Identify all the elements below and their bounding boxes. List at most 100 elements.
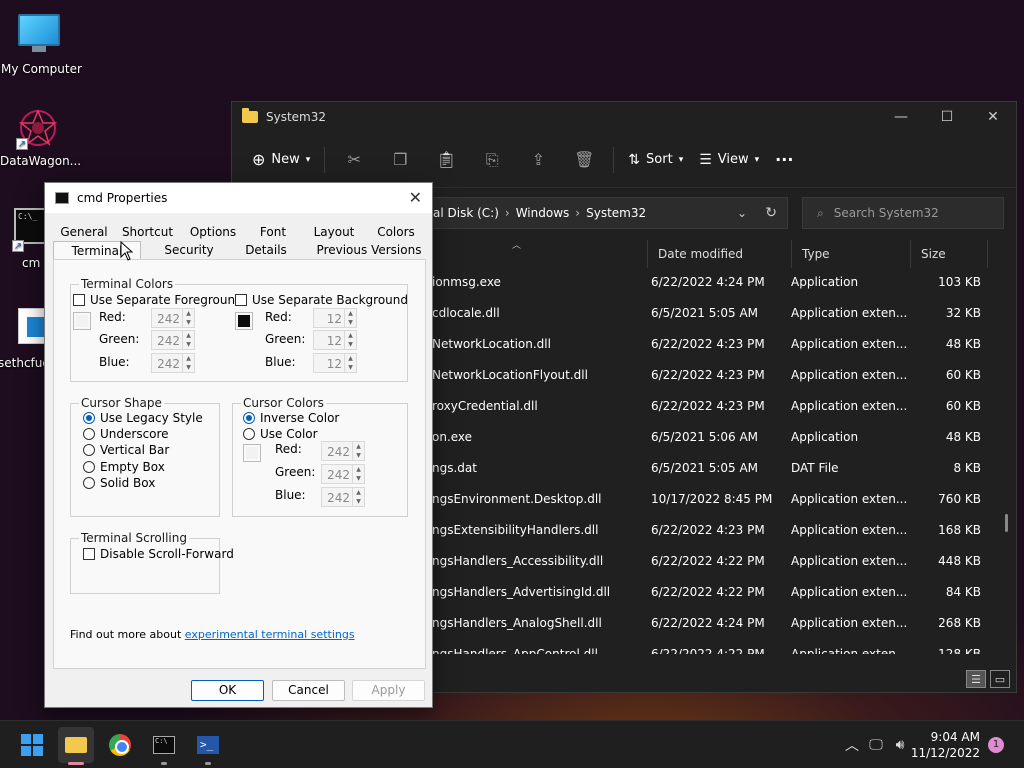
maximize-icon[interactable]: ☐ — [924, 102, 970, 132]
taskbar-chrome[interactable] — [102, 727, 138, 763]
use-separate-background-checkbox[interactable]: Use Separate Background — [235, 293, 408, 307]
share-icon[interactable]: ⇪ — [515, 150, 561, 169]
shortcut-arrow-icon: ↗ — [16, 138, 28, 150]
table-row[interactable]: ngsHandlers_AppControl.dll 6/22/2022 4:22… — [422, 638, 992, 655]
fg-blue-spinner[interactable]: 242 ▲ ▼ — [151, 353, 195, 373]
table-row[interactable]: ngs.dat 6/5/2021 5:05 AM DAT File 8 KB — [422, 452, 992, 483]
file-type: Application exten... — [791, 491, 908, 506]
scrollbar-thumb[interactable] — [1005, 514, 1008, 532]
explorer-titlebar[interactable]: System32 — ☐ ✕ — [232, 102, 1016, 132]
cursor-blue-spinner[interactable]: 242 ▲ ▼ — [321, 487, 365, 507]
sort-button[interactable]: ⇅ Sort ▾ — [620, 144, 691, 176]
rename-icon[interactable]: ⎘ — [469, 150, 515, 170]
bg-blue-spinner[interactable]: 12 ▲ ▼ — [313, 353, 357, 373]
cut-icon[interactable]: ✂ — [331, 150, 377, 169]
tiles-view-icon[interactable]: ▭ — [990, 670, 1010, 688]
clock[interactable]: 9:04 AM 11/12/2022 — [911, 729, 980, 761]
experimental-settings-link[interactable]: experimental terminal settings — [185, 628, 355, 641]
details-view-icon[interactable]: ☰ — [966, 670, 986, 688]
bg-green-spinner[interactable]: 12 ▲ ▼ — [313, 330, 357, 350]
breadcrumb-windows[interactable]: Windows — [516, 206, 570, 220]
table-row[interactable]: ionmsg.exe 6/22/2022 4:24 PM Application 10… — [422, 266, 992, 297]
spinner-arrows-icon: ▲ ▼ — [344, 331, 356, 349]
file-name: ngsHandlers_AnalogShell.dll — [432, 615, 602, 630]
disable-scroll-forward-checkbox[interactable]: Disable Scroll-Forward — [83, 547, 234, 561]
radio-solid-box[interactable]: Solid Box — [83, 476, 155, 490]
tab-layout[interactable]: Layout — [300, 223, 368, 241]
new-button[interactable]: ⊕ New ▾ — [244, 144, 318, 176]
chevron-down-icon[interactable]: ⌄ — [737, 206, 747, 220]
desktop-icon-datawagon[interactable]: ↗ DataWagon... — [0, 106, 81, 168]
table-row[interactable]: ngsHandlers_AnalogShell.dll 6/22/2022 4:2… — [422, 607, 992, 638]
apply-button[interactable]: Apply — [352, 680, 425, 701]
clock-time: 9:04 AM — [930, 730, 980, 744]
volume-icon[interactable]: 🔊︎ — [888, 737, 912, 753]
breadcrumb-system32[interactable]: System32 — [586, 206, 646, 220]
cursor-green-spinner[interactable]: 242 ▲ ▼ — [321, 464, 365, 484]
tab-previous-versions[interactable]: Previous Versions — [295, 241, 443, 259]
radio-vertical-bar[interactable]: Vertical Bar — [83, 443, 169, 457]
address-bar[interactable]: al Disk (C:) › Windows › System32 ⌄ ↻ — [422, 197, 788, 229]
radio-use-legacy-style[interactable]: Use Legacy Style — [83, 411, 203, 425]
minimize-icon[interactable]: — — [878, 102, 924, 132]
close-icon[interactable]: ✕ — [409, 188, 422, 207]
taskbar-powershell[interactable]: >_ — [190, 727, 226, 765]
delete-icon[interactable]: 🗑︎ — [561, 150, 607, 169]
tab-details[interactable]: Details — [237, 241, 295, 259]
table-row[interactable]: NetworkLocation.dll 6/22/2022 4:23 PM Appl… — [422, 328, 992, 359]
tab-shortcut[interactable]: Shortcut — [115, 223, 180, 241]
radio-use-color[interactable]: Use Color — [243, 427, 318, 441]
column-type[interactable]: Type — [791, 240, 910, 268]
refresh-icon[interactable]: ↻ — [765, 205, 777, 221]
table-row[interactable]: ngsHandlers_Accessibility.dll 6/22/2022 4… — [422, 545, 992, 576]
close-icon[interactable]: ✕ — [970, 102, 1016, 132]
copy-icon[interactable]: ❐ — [377, 150, 423, 169]
file-size: 760 KB — [938, 491, 981, 506]
column-date-modified[interactable]: Date modified — [647, 240, 791, 268]
cancel-button[interactable]: Cancel — [272, 680, 345, 701]
cursor-blue-label: Blue: — [275, 488, 306, 502]
table-row[interactable]: on.exe 6/5/2021 5:06 AM Application 48 KB — [422, 421, 992, 452]
use-separate-foreground-checkbox[interactable]: Use Separate Foreground — [73, 293, 243, 307]
tab-colors[interactable]: Colors — [368, 223, 424, 241]
tab-security[interactable]: Security — [141, 241, 237, 259]
table-row[interactable]: NetworkLocationFlyout.dll 6/22/2022 4:23 … — [422, 359, 992, 390]
start-button[interactable] — [14, 727, 50, 763]
search-box[interactable]: ⌕ Search System32 — [802, 197, 1004, 229]
fg-red-spinner[interactable]: 242 ▲ ▼ — [151, 308, 195, 328]
bg-red-spinner[interactable]: 12 ▲ ▼ — [313, 308, 357, 328]
desktop-icon-my-computer[interactable]: My Computer — [1, 10, 82, 76]
cursor-red-spinner[interactable]: 242 ▲ ▼ — [321, 441, 365, 461]
breadcrumb-drive[interactable]: al Disk (C:) — [433, 206, 499, 220]
table-row[interactable]: ngsExtensibilityHandlers.dll 6/22/2022 4:… — [422, 514, 992, 545]
tab-general[interactable]: General — [53, 223, 115, 241]
file-name: NetworkLocation.dll — [432, 336, 551, 351]
column-size[interactable]: Size — [910, 240, 988, 268]
radio-inverse-color[interactable]: Inverse Color — [243, 411, 339, 425]
notification-badge[interactable]: 1 — [988, 737, 1004, 753]
table-row[interactable]: ngsHandlers_AdvertisingId.dll 6/22/2022 4… — [422, 576, 992, 607]
column-name[interactable]: ︿ — [422, 240, 647, 268]
cursor-color-swatch — [243, 444, 261, 462]
table-row[interactable]: cdlocale.dll 6/5/2021 5:05 AM Application … — [422, 297, 992, 328]
table-row[interactable]: ngsEnvironment.Desktop.dll 10/17/2022 8:4… — [422, 483, 992, 514]
more-options-button[interactable]: ··· — [767, 144, 801, 176]
chevron-up-icon[interactable]: ︿ — [840, 735, 864, 755]
paste-icon[interactable]: 📋︎ — [423, 150, 469, 169]
tab-options[interactable]: Options — [180, 223, 246, 241]
tab-row-bottom: Terminal Security Details Previous Versi… — [53, 241, 443, 259]
taskbar-cmd[interactable]: C:\ — [146, 727, 182, 765]
taskbar-file-explorer[interactable] — [58, 727, 94, 765]
shortcut-arrow-icon: ↗ — [12, 240, 24, 252]
view-button[interactable]: ☰ View ▾ — [691, 144, 767, 176]
dialog-titlebar[interactable]: cmd Properties ✕ — [45, 183, 432, 213]
table-row[interactable]: roxyCredential.dll 6/22/2022 4:23 PM Appli… — [422, 390, 992, 421]
file-size: 60 KB — [945, 367, 981, 382]
cursor-red-label: Red: — [275, 442, 302, 456]
ok-button[interactable]: OK — [191, 680, 264, 701]
network-icon[interactable]: 🖵︎ — [864, 737, 888, 753]
fg-green-spinner[interactable]: 242 ▲ ▼ — [151, 330, 195, 350]
radio-underscore[interactable]: Underscore — [83, 427, 169, 441]
tab-font[interactable]: Font — [246, 223, 300, 241]
radio-empty-box[interactable]: Empty Box — [83, 460, 165, 474]
